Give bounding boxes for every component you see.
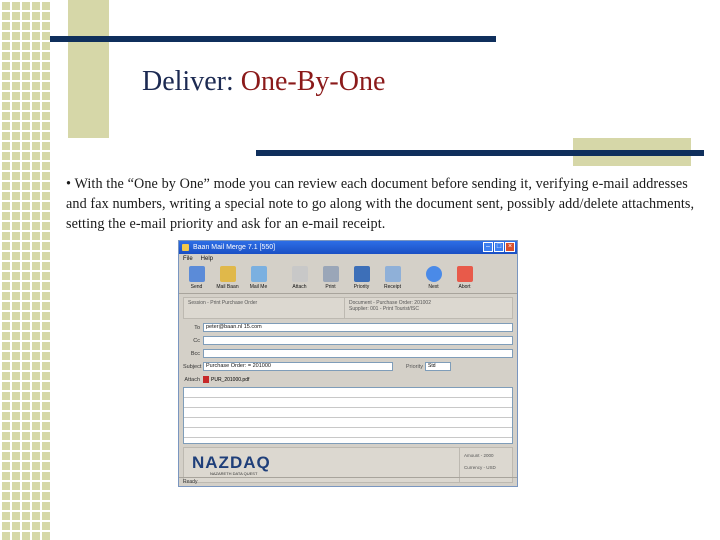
mail-me-button[interactable]: Mail Me: [245, 266, 272, 291]
decorative-olive-block: [68, 0, 109, 138]
maximize-icon[interactable]: □: [494, 242, 504, 252]
logo-text: NAZDAQ: [192, 453, 271, 472]
toolbar-label: Print: [325, 284, 336, 290]
print-button[interactable]: Print: [317, 266, 344, 291]
to-label: To: [194, 324, 200, 331]
receipt-icon: [384, 266, 401, 282]
mail-fields: To peter@baan.nl 15.com Cc Bcc Subject P…: [179, 322, 517, 385]
supplier-info-line: Supplier: 001 - Print Tourist/ISC: [349, 306, 419, 312]
document-info-panel: Session - Print Purchase Order Document …: [183, 297, 513, 319]
subject-label: Subject: [183, 363, 202, 370]
priority-button[interactable]: Priority: [348, 266, 375, 291]
priority-label: Priority: [405, 363, 423, 370]
next-icon: [425, 266, 442, 282]
toolbar-label: Priority: [353, 284, 370, 290]
slide-title-prefix: Deliver:: [142, 66, 241, 97]
to-field[interactable]: peter@baan.nl 15.com: [203, 323, 513, 332]
to-row: To peter@baan.nl 15.com: [183, 322, 513, 333]
send-icon: [188, 266, 205, 282]
receipt-button[interactable]: Receipt: [379, 266, 406, 291]
next-button[interactable]: Next: [420, 266, 447, 291]
abort-icon: [456, 266, 473, 282]
priority-icon: [353, 266, 370, 282]
mail-me-icon: [250, 266, 267, 282]
toolbar-label: Abort: [458, 284, 471, 290]
app-icon: [182, 244, 189, 251]
subject-row: Subject Purchase Order: = 201000 Priorit…: [183, 361, 513, 372]
attachment-filename: PUR_201000.pdf: [211, 376, 250, 383]
cc-row: Cc: [183, 335, 513, 346]
toolbar: Send Mail Baan Mail Me Attach Print Prio…: [179, 264, 517, 294]
abort-button[interactable]: Abort: [451, 266, 478, 291]
menu-help[interactable]: Help: [201, 254, 213, 264]
toolbar-label: Mail Baan: [216, 284, 239, 290]
decorative-left-strip: [0, 0, 50, 540]
close-icon[interactable]: ×: [505, 242, 515, 252]
amount-info: Amount - 2000: [464, 453, 494, 458]
attach-row: Attach PUR_201000.pdf: [183, 374, 513, 385]
toolbar-label: Mail Me: [249, 284, 268, 290]
priority-select[interactable]: Std: [425, 362, 451, 371]
window-titlebar: Baan Mail Merge 7.1 [550] – □ ×: [179, 241, 517, 254]
send-button[interactable]: Send: [183, 266, 210, 291]
cc-field[interactable]: [203, 336, 513, 345]
minimize-icon[interactable]: –: [483, 242, 493, 252]
decorative-navy-bar-top: [50, 36, 496, 42]
bcc-row: Bcc: [183, 348, 513, 359]
mail-merge-window-screenshot: Baan Mail Merge 7.1 [550] – □ × File Hel…: [178, 240, 518, 487]
toolbar-label: Send: [190, 284, 203, 290]
menu-file[interactable]: File: [183, 254, 193, 264]
bcc-field[interactable]: [203, 349, 513, 358]
mail-baan-button[interactable]: Mail Baan: [214, 266, 241, 291]
attach-button[interactable]: Attach: [286, 266, 313, 291]
slide-title: Deliver: One-By-One: [142, 66, 385, 98]
attach-icon: [291, 266, 308, 282]
attachment-item[interactable]: PUR_201000.pdf: [203, 376, 249, 383]
toolbar-label: Next: [428, 284, 439, 290]
pdf-file-icon: [203, 376, 209, 383]
toolbar-label: Attach: [292, 284, 307, 290]
cc-label: Cc: [193, 337, 200, 344]
bcc-label: Bcc: [190, 350, 200, 357]
menu-bar: File Help: [179, 254, 517, 264]
session-info: Session - Print Purchase Order: [188, 300, 258, 306]
subject-field[interactable]: Purchase Order: = 201000: [203, 362, 393, 371]
document-info: Document - Purchase Order: 201002 Suppli…: [344, 298, 512, 318]
slide-title-accent: One-By-One: [240, 66, 386, 97]
toolbar-label: Receipt: [384, 284, 401, 290]
print-icon: [322, 266, 339, 282]
slide-bullet-text: • With the “One by One” mode you can rev…: [66, 176, 695, 232]
logo-subtitle: NAZARETH DATA QUEST: [210, 471, 258, 476]
status-bar: Ready: [179, 477, 517, 486]
attach-label: Attach: [184, 376, 200, 383]
message-body-textarea[interactable]: [183, 387, 513, 444]
mail-baan-icon: [219, 266, 236, 282]
window-title: Baan Mail Merge 7.1 [550]: [193, 244, 276, 251]
decorative-navy-bar-middle: [256, 150, 704, 156]
currency-info: Currency - USD: [464, 465, 496, 470]
